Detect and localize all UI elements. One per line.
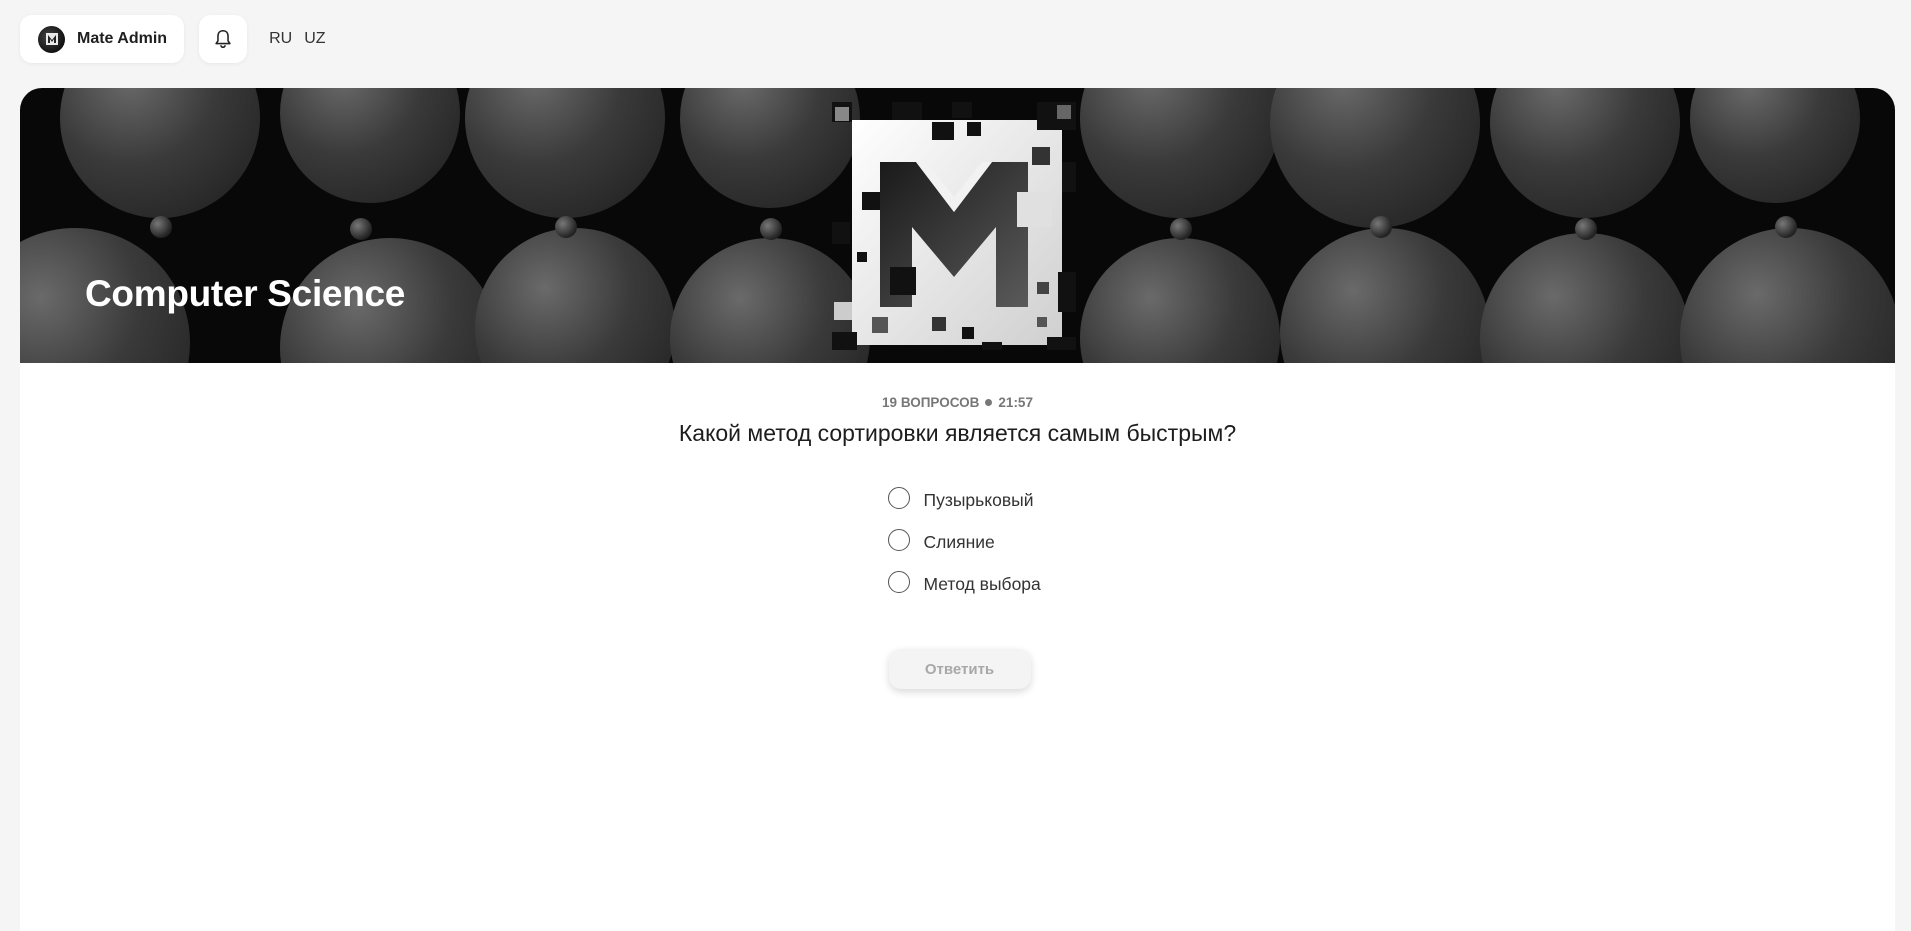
quiz-section: 19 ВОПРОСОВ 21:57 Какой метод сортировки… xyxy=(20,363,1895,689)
questions-count: 19 ВОПРОСОВ xyxy=(882,395,980,410)
option-label: Метод выбора xyxy=(923,573,1041,594)
course-banner: Computer Science xyxy=(20,88,1895,363)
quiz-card: Computer Science 19 ВОПРОСОВ 21:57 Какой… xyxy=(20,88,1895,931)
banner-decor xyxy=(1490,88,1680,218)
course-title: Computer Science xyxy=(85,273,406,314)
banner-decor xyxy=(1280,228,1490,363)
banner-decor xyxy=(465,88,665,218)
banner-decor xyxy=(150,216,172,238)
banner-decor xyxy=(1370,216,1392,238)
banner-decor xyxy=(1480,233,1690,363)
user-name: Mate Admin xyxy=(77,30,168,47)
banner-decor xyxy=(1775,216,1797,238)
language-ru[interactable]: RU xyxy=(269,30,292,48)
banner-decor xyxy=(475,228,675,363)
question-text: Какой метод сортировки является самым бы… xyxy=(678,420,1237,446)
banner-decor xyxy=(1690,88,1860,203)
banner-decor xyxy=(1575,218,1597,240)
banner-decor xyxy=(280,88,460,203)
bell-icon xyxy=(215,29,231,49)
quiz-timer: 21:57 xyxy=(998,395,1033,410)
top-bar: Mate Admin RU UZ xyxy=(20,15,326,63)
answer-option[interactable]: Пузырьковый xyxy=(887,479,1088,521)
answer-option[interactable]: Слияние xyxy=(887,521,1088,563)
banner-decor xyxy=(1080,238,1280,363)
answer-options: Пузырьковый Слияние Метод выбора xyxy=(887,479,1088,605)
banner-decor xyxy=(1680,228,1895,363)
banner-decor xyxy=(1270,88,1480,228)
option-label: Пузырьковый xyxy=(923,489,1034,510)
radio-button[interactable] xyxy=(887,571,910,593)
answer-option[interactable]: Метод выбора xyxy=(887,563,1088,605)
banner-decor xyxy=(60,88,260,218)
submit-answer-button[interactable]: Ответить xyxy=(888,649,1031,689)
quiz-meta: 19 ВОПРОСОВ 21:57 xyxy=(20,395,1895,410)
banner-decor xyxy=(555,216,577,238)
radio-button[interactable] xyxy=(887,487,910,509)
option-label: Слияние xyxy=(923,531,995,552)
separator-dot-icon xyxy=(985,399,993,406)
user-profile-button[interactable]: Mate Admin xyxy=(20,15,185,63)
notifications-button[interactable] xyxy=(199,15,248,63)
language-uz[interactable]: UZ xyxy=(304,30,325,48)
course-logo-icon xyxy=(832,102,1076,350)
language-switcher: RU UZ xyxy=(269,30,325,48)
avatar-logo-icon xyxy=(45,33,58,45)
banner-decor xyxy=(1080,88,1280,218)
banner-decor xyxy=(350,218,372,240)
banner-decor xyxy=(1170,218,1192,240)
radio-button[interactable] xyxy=(887,529,910,551)
avatar xyxy=(38,25,65,53)
banner-decor xyxy=(760,218,782,240)
